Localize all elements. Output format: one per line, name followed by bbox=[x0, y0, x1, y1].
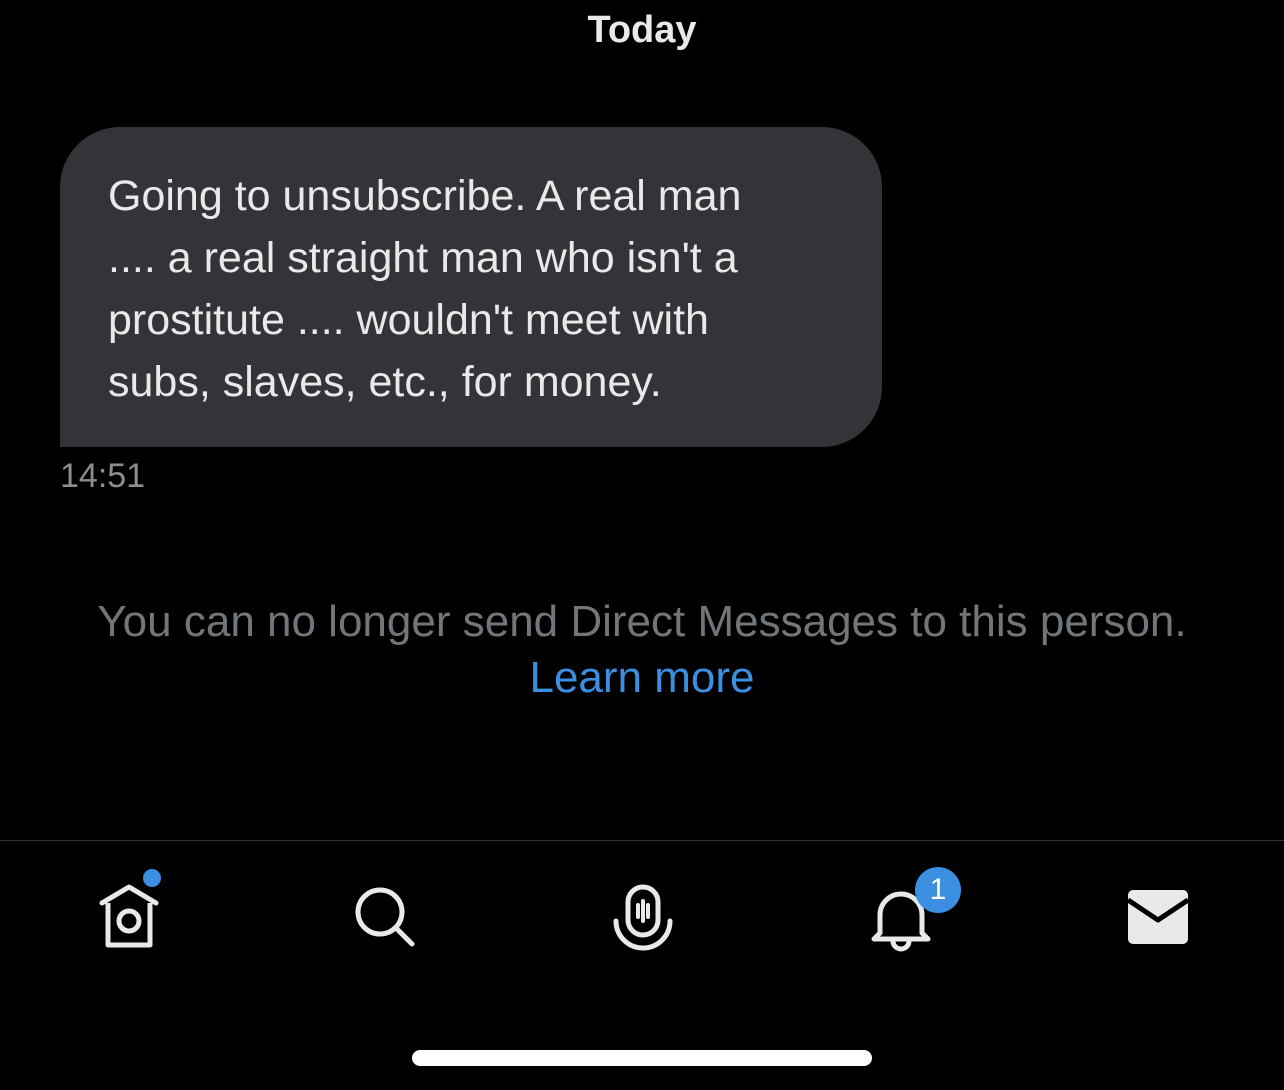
home-icon bbox=[99, 884, 159, 948]
spaces-icon bbox=[613, 884, 673, 951]
message-timestamp: 14:51 bbox=[60, 457, 146, 495]
message-text: Going to unsubscribe. A real man .... a … bbox=[108, 172, 742, 406]
dm-restricted-notice: You can no longer send Direct Messages t… bbox=[0, 594, 1284, 706]
tab-search[interactable] bbox=[345, 877, 425, 957]
learn-more-link[interactable]: Learn more bbox=[529, 650, 754, 706]
message-bubble[interactable]: Going to unsubscribe. A real man .... a … bbox=[60, 127, 882, 447]
search-icon bbox=[355, 887, 415, 947]
tab-notifications[interactable]: 1 bbox=[861, 867, 961, 957]
notification-badge: 1 bbox=[915, 867, 961, 913]
tab-home[interactable] bbox=[89, 869, 169, 957]
home-indicator[interactable] bbox=[412, 1050, 872, 1066]
envelope-icon bbox=[1126, 890, 1190, 944]
home-notification-dot bbox=[143, 869, 161, 887]
date-header: Today bbox=[587, 9, 697, 51]
bottom-tab-bar: 1 bbox=[0, 841, 1284, 991]
notice-text: You can no longer send Direct Messages t… bbox=[97, 597, 1187, 646]
tab-messages[interactable] bbox=[1118, 877, 1198, 957]
tab-spaces[interactable] bbox=[603, 877, 683, 957]
